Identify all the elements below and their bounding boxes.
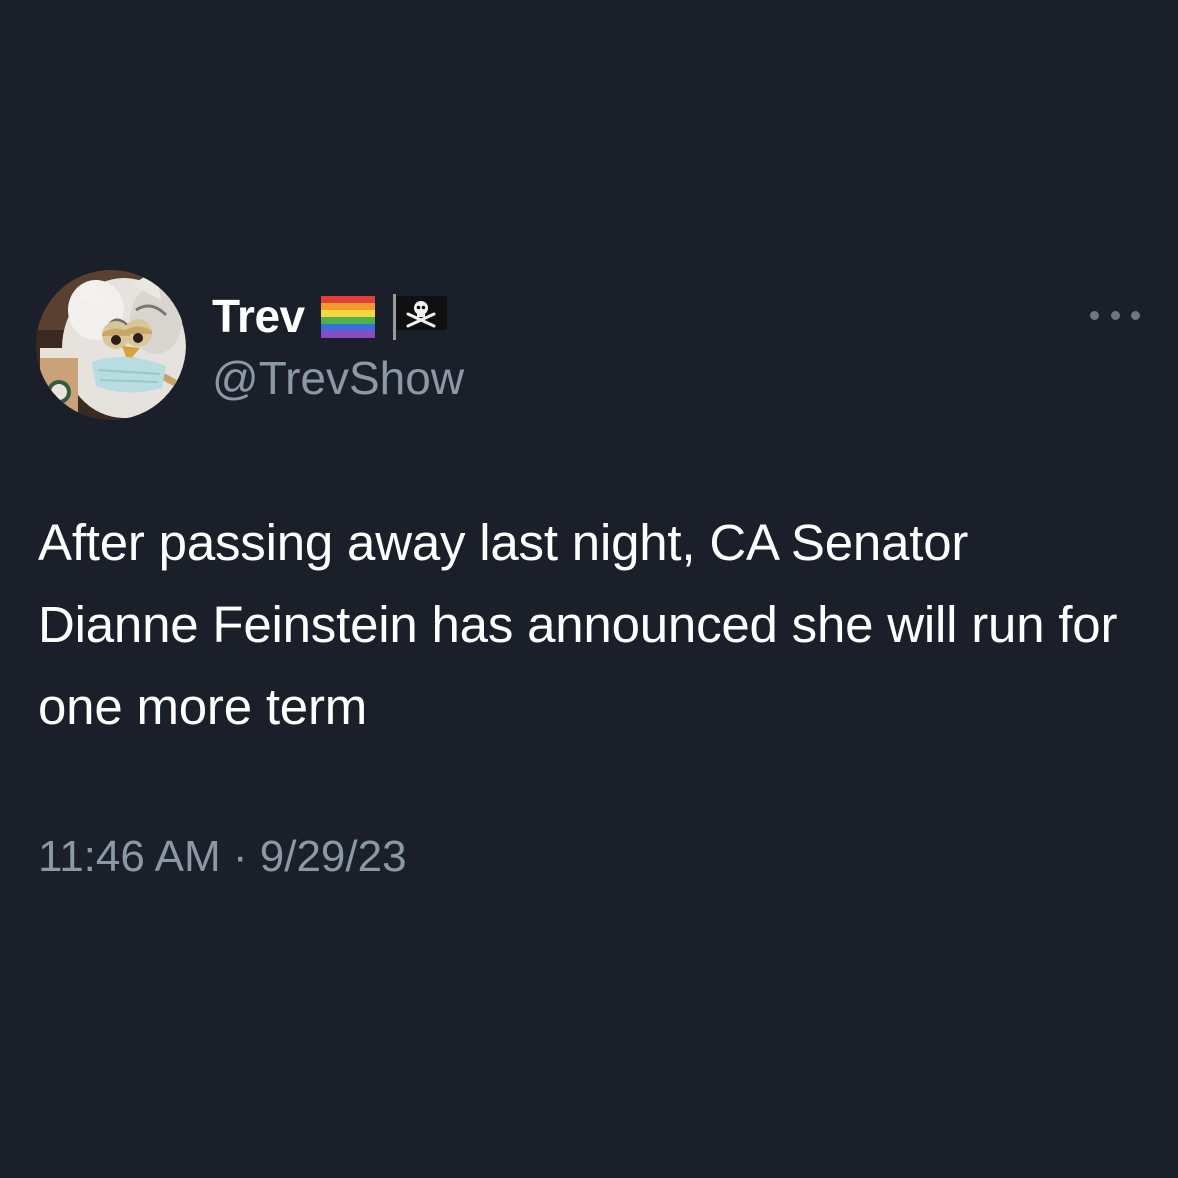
tweet: Trev @TrevShow After passing away last n… <box>0 0 1178 1178</box>
tweet-time[interactable]: 11:46 AM <box>38 832 221 881</box>
rainbow-flag-icon <box>319 292 377 340</box>
tweet-date[interactable]: 9/29/23 <box>260 832 407 881</box>
dot <box>1131 310 1140 320</box>
pirate-flag-icon <box>391 292 449 340</box>
handle[interactable]: @TrevShow <box>212 350 464 406</box>
meta-separator: · <box>232 832 248 881</box>
tweet-text: After passing away last night, CA Senato… <box>38 514 1118 735</box>
dot <box>1110 310 1120 320</box>
avatar[interactable] <box>36 270 186 420</box>
author-row: Trev <box>212 286 449 346</box>
display-name[interactable]: Trev <box>212 286 305 346</box>
tweet-metadata: 11:46 AM · 9/29/23 <box>38 828 407 886</box>
dot <box>1090 310 1099 320</box>
furby-avatar-icon <box>36 270 186 420</box>
ellipsis-icon[interactable] <box>1090 300 1140 330</box>
